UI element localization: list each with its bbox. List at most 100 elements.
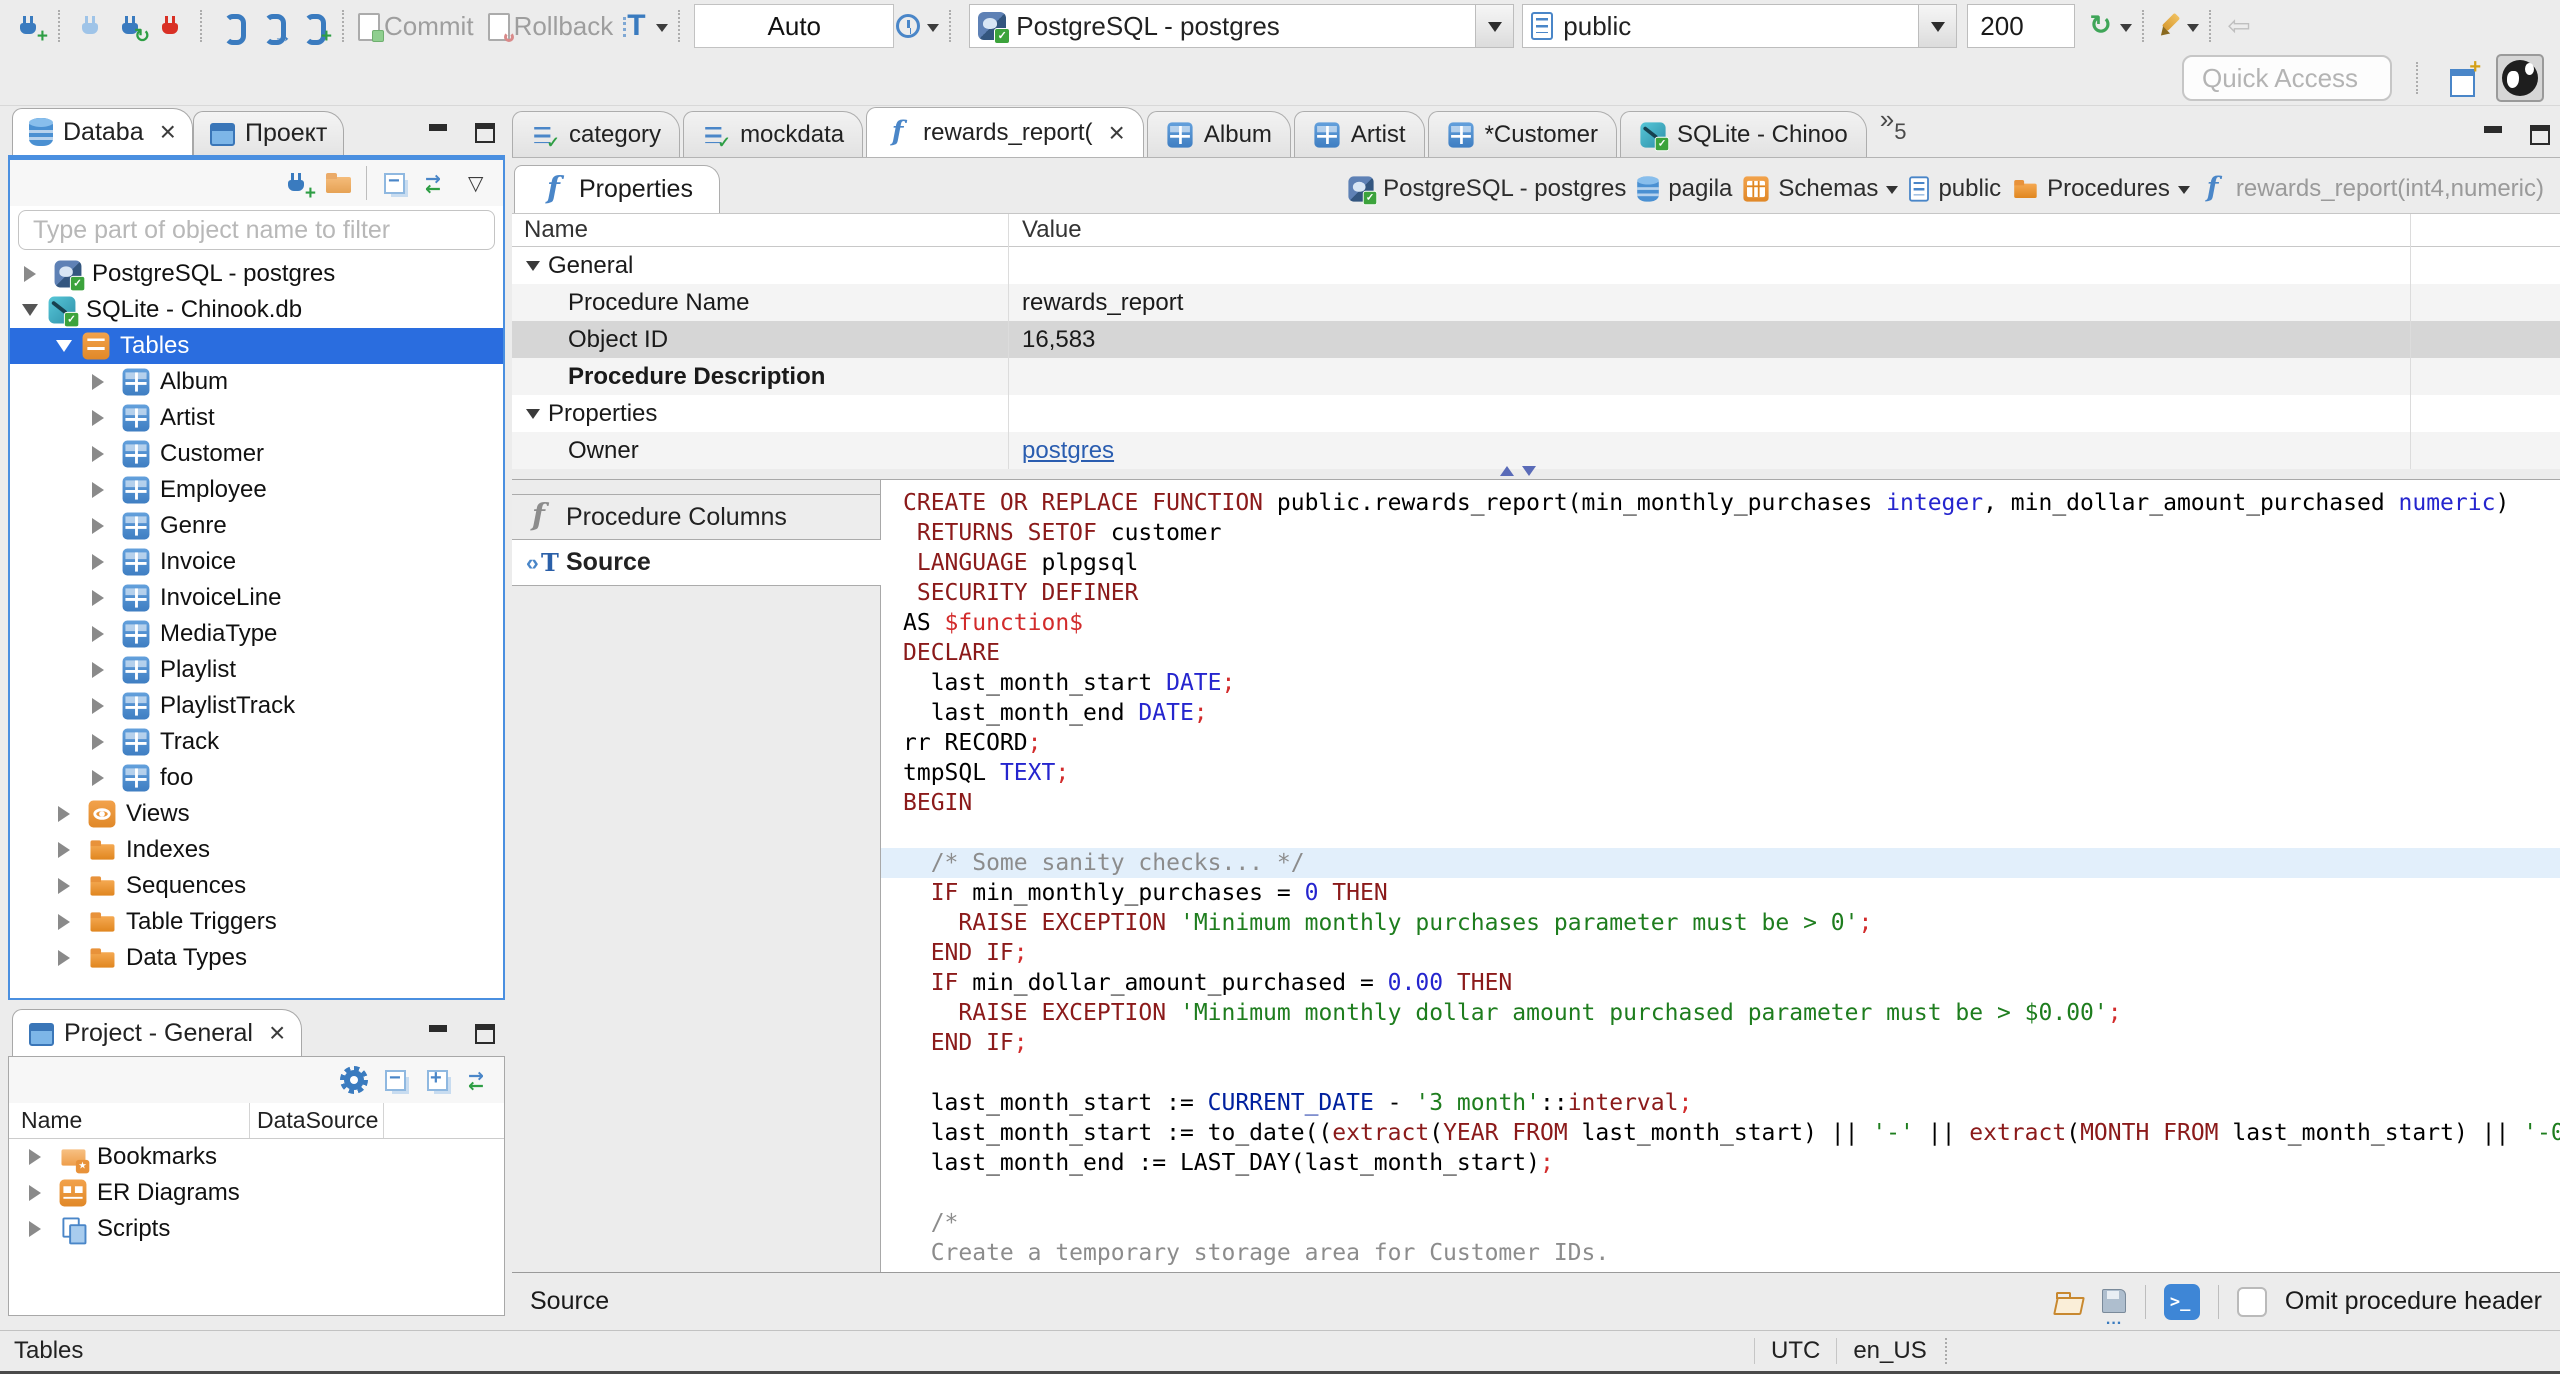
tree-item-table-triggers[interactable]: Table Triggers — [10, 904, 503, 940]
maximize-icon[interactable] — [2528, 125, 2552, 145]
rollback-button[interactable]: Rollback — [484, 4, 624, 48]
breadcrumb-item-pagila[interactable]: pagila — [1636, 175, 1732, 203]
tree-item-data-types[interactable]: Data Types — [10, 940, 503, 976]
new-folder-icon[interactable] — [324, 169, 352, 197]
tree-item-foo[interactable]: foo — [10, 760, 503, 796]
tree-item-postgresql-postgres[interactable]: PostgreSQL - postgres — [10, 256, 503, 292]
new-connection-button[interactable]: + — [8, 4, 48, 48]
new-sql-script-button[interactable]: + — [292, 4, 332, 48]
project-item-bookmarks[interactable]: Bookmarks — [9, 1139, 504, 1175]
expand-arrow-icon[interactable] — [92, 518, 112, 534]
property-row-object-id[interactable]: Object ID 16,583 — [512, 321, 2560, 358]
fetch-size-field[interactable]: 200 — [1967, 4, 2076, 48]
editor-tab-sqlite-chinoo[interactable]: SQLite - Chinoo — [1619, 111, 1867, 157]
property-value-link[interactable]: postgres — [1022, 437, 1114, 464]
column-divider[interactable] — [249, 1103, 250, 1138]
tree-item-sequences[interactable]: Sequences — [10, 868, 503, 904]
expand-arrow-icon[interactable] — [58, 842, 78, 858]
transaction-log-button[interactable] — [894, 4, 940, 48]
tree-item-mediatype[interactable]: MediaType — [10, 616, 503, 652]
tree-item-employee[interactable]: Employee — [10, 472, 503, 508]
hidden-tabs-button[interactable]: 5 — [1880, 109, 1906, 145]
close-icon[interactable] — [160, 118, 176, 146]
maximize-icon[interactable] — [473, 1024, 497, 1044]
expand-arrow-icon[interactable] — [56, 340, 72, 360]
reconnect-button[interactable]: ↻ — [110, 4, 150, 48]
omit-procedure-header-checkbox[interactable] — [2236, 1286, 2267, 1317]
editor-tab-album[interactable]: Album — [1146, 111, 1291, 157]
tree-item-customer[interactable]: Customer — [10, 436, 503, 472]
editor-tab-category[interactable]: category — [512, 111, 681, 157]
expand-arrow-icon[interactable] — [92, 770, 112, 786]
expand-arrow-icon[interactable] — [58, 806, 78, 822]
subtab-procedure-columns[interactable]: Procedure Columns — [512, 494, 880, 540]
minimize-icon[interactable] — [427, 1024, 451, 1044]
open-sql-script-button[interactable]: → — [252, 4, 292, 48]
expand-arrow-icon[interactable] — [24, 266, 44, 282]
locale-label[interactable]: en_US — [1853, 1337, 1926, 1365]
save-to-file-icon[interactable]: ... — [2099, 1288, 2127, 1327]
tree-item-indexes[interactable]: Indexes — [10, 832, 503, 868]
subtab-source[interactable]: Source — [512, 540, 881, 586]
close-icon[interactable] — [1109, 119, 1125, 147]
source-code-panel[interactable]: CREATE OR REPLACE FUNCTION public.reward… — [880, 480, 2560, 1272]
tab-project-general[interactable]: Project - General — [12, 1009, 303, 1056]
expand-arrow-icon[interactable] — [92, 734, 112, 750]
expand-arrow-icon[interactable] — [92, 374, 112, 390]
editor-tab-rewards-report[interactable]: rewards_report( — [866, 107, 1144, 157]
breadcrumb-item-postgresql-postgres[interactable]: PostgreSQL - postgres — [1347, 175, 1626, 206]
column-header-datasource[interactable]: DataSource — [257, 1107, 378, 1134]
property-row-procedure-description[interactable]: Procedure Description — [512, 358, 2560, 395]
expand-arrow-icon[interactable] — [58, 914, 78, 930]
refresh-button[interactable] — [2087, 4, 2133, 48]
tree-item-artist[interactable]: Artist — [10, 400, 503, 436]
expand-arrow-icon[interactable] — [29, 1221, 49, 1237]
connection-combo-dropdown-button[interactable] — [1475, 5, 1514, 47]
breadcrumb-item-public[interactable]: public — [1908, 175, 2001, 203]
back-button[interactable] — [2221, 4, 2261, 48]
tree-item-tables[interactable]: Tables — [10, 328, 503, 364]
timezone-label[interactable]: UTC — [1771, 1337, 1820, 1365]
chevron-down-icon[interactable] — [1886, 185, 1899, 200]
tree-item-album[interactable]: Album — [10, 364, 503, 400]
expand-arrow-icon[interactable] — [92, 662, 112, 678]
expand-arrow-icon[interactable] — [29, 1185, 49, 1201]
commit-button[interactable]: Commit — [354, 4, 484, 48]
schema-combo[interactable]: public — [1522, 4, 1958, 48]
expand-arrow-icon[interactable] — [58, 950, 78, 966]
new-connection-icon[interactable]: + — [282, 169, 316, 203]
minimize-icon[interactable] — [2482, 125, 2506, 145]
load-from-file-icon[interactable] — [2053, 1288, 2081, 1316]
tree-item-track[interactable]: Track — [10, 724, 503, 760]
expand-arrow-icon[interactable] — [92, 446, 112, 462]
property-row-procedure-name[interactable]: Procedure Name rewards_report — [512, 284, 2560, 321]
open-perspective-button[interactable] — [2442, 56, 2482, 100]
breadcrumb-item-schemas[interactable]: Schemas — [1742, 175, 1899, 203]
group-expand-icon[interactable] — [526, 409, 540, 426]
splitter-up-icon[interactable] — [1500, 459, 1514, 476]
edit-mode-button[interactable] — [2154, 4, 2200, 48]
tab-database-navigator[interactable]: Databa — [12, 108, 193, 155]
project-item-scripts[interactable]: Scripts — [9, 1211, 504, 1247]
tree-item-invoiceline[interactable]: InvoiceLine — [10, 580, 503, 616]
splitter-down-icon[interactable] — [1522, 466, 1536, 483]
property-row-owner[interactable]: Owner postgres — [512, 432, 2560, 469]
sql-editor-button[interactable] — [212, 4, 252, 48]
tree-item-invoice[interactable]: Invoice — [10, 544, 503, 580]
expand-arrow-icon[interactable] — [92, 626, 112, 642]
close-icon[interactable] — [269, 1019, 285, 1047]
connection-combo[interactable]: PostgreSQL - postgres — [969, 4, 1515, 48]
link-with-editor-icon[interactable] — [466, 1066, 494, 1094]
column-header-name[interactable]: Name — [512, 216, 588, 244]
console-icon[interactable] — [2163, 1283, 2200, 1320]
group-expand-icon[interactable] — [526, 261, 540, 278]
view-menu-icon[interactable] — [465, 169, 493, 197]
column-header-value[interactable]: Value — [1022, 216, 1082, 244]
collapse-all-icon[interactable] — [381, 169, 409, 197]
collapse-all-icon[interactable] — [382, 1066, 410, 1094]
disconnect-button[interactable] — [150, 4, 190, 48]
expand-arrow-icon[interactable] — [92, 554, 112, 570]
schema-combo-dropdown-button[interactable] — [1918, 5, 1957, 47]
expand-arrow-icon[interactable] — [92, 410, 112, 426]
project-item-er-diagrams[interactable]: ER Diagrams — [9, 1175, 504, 1211]
